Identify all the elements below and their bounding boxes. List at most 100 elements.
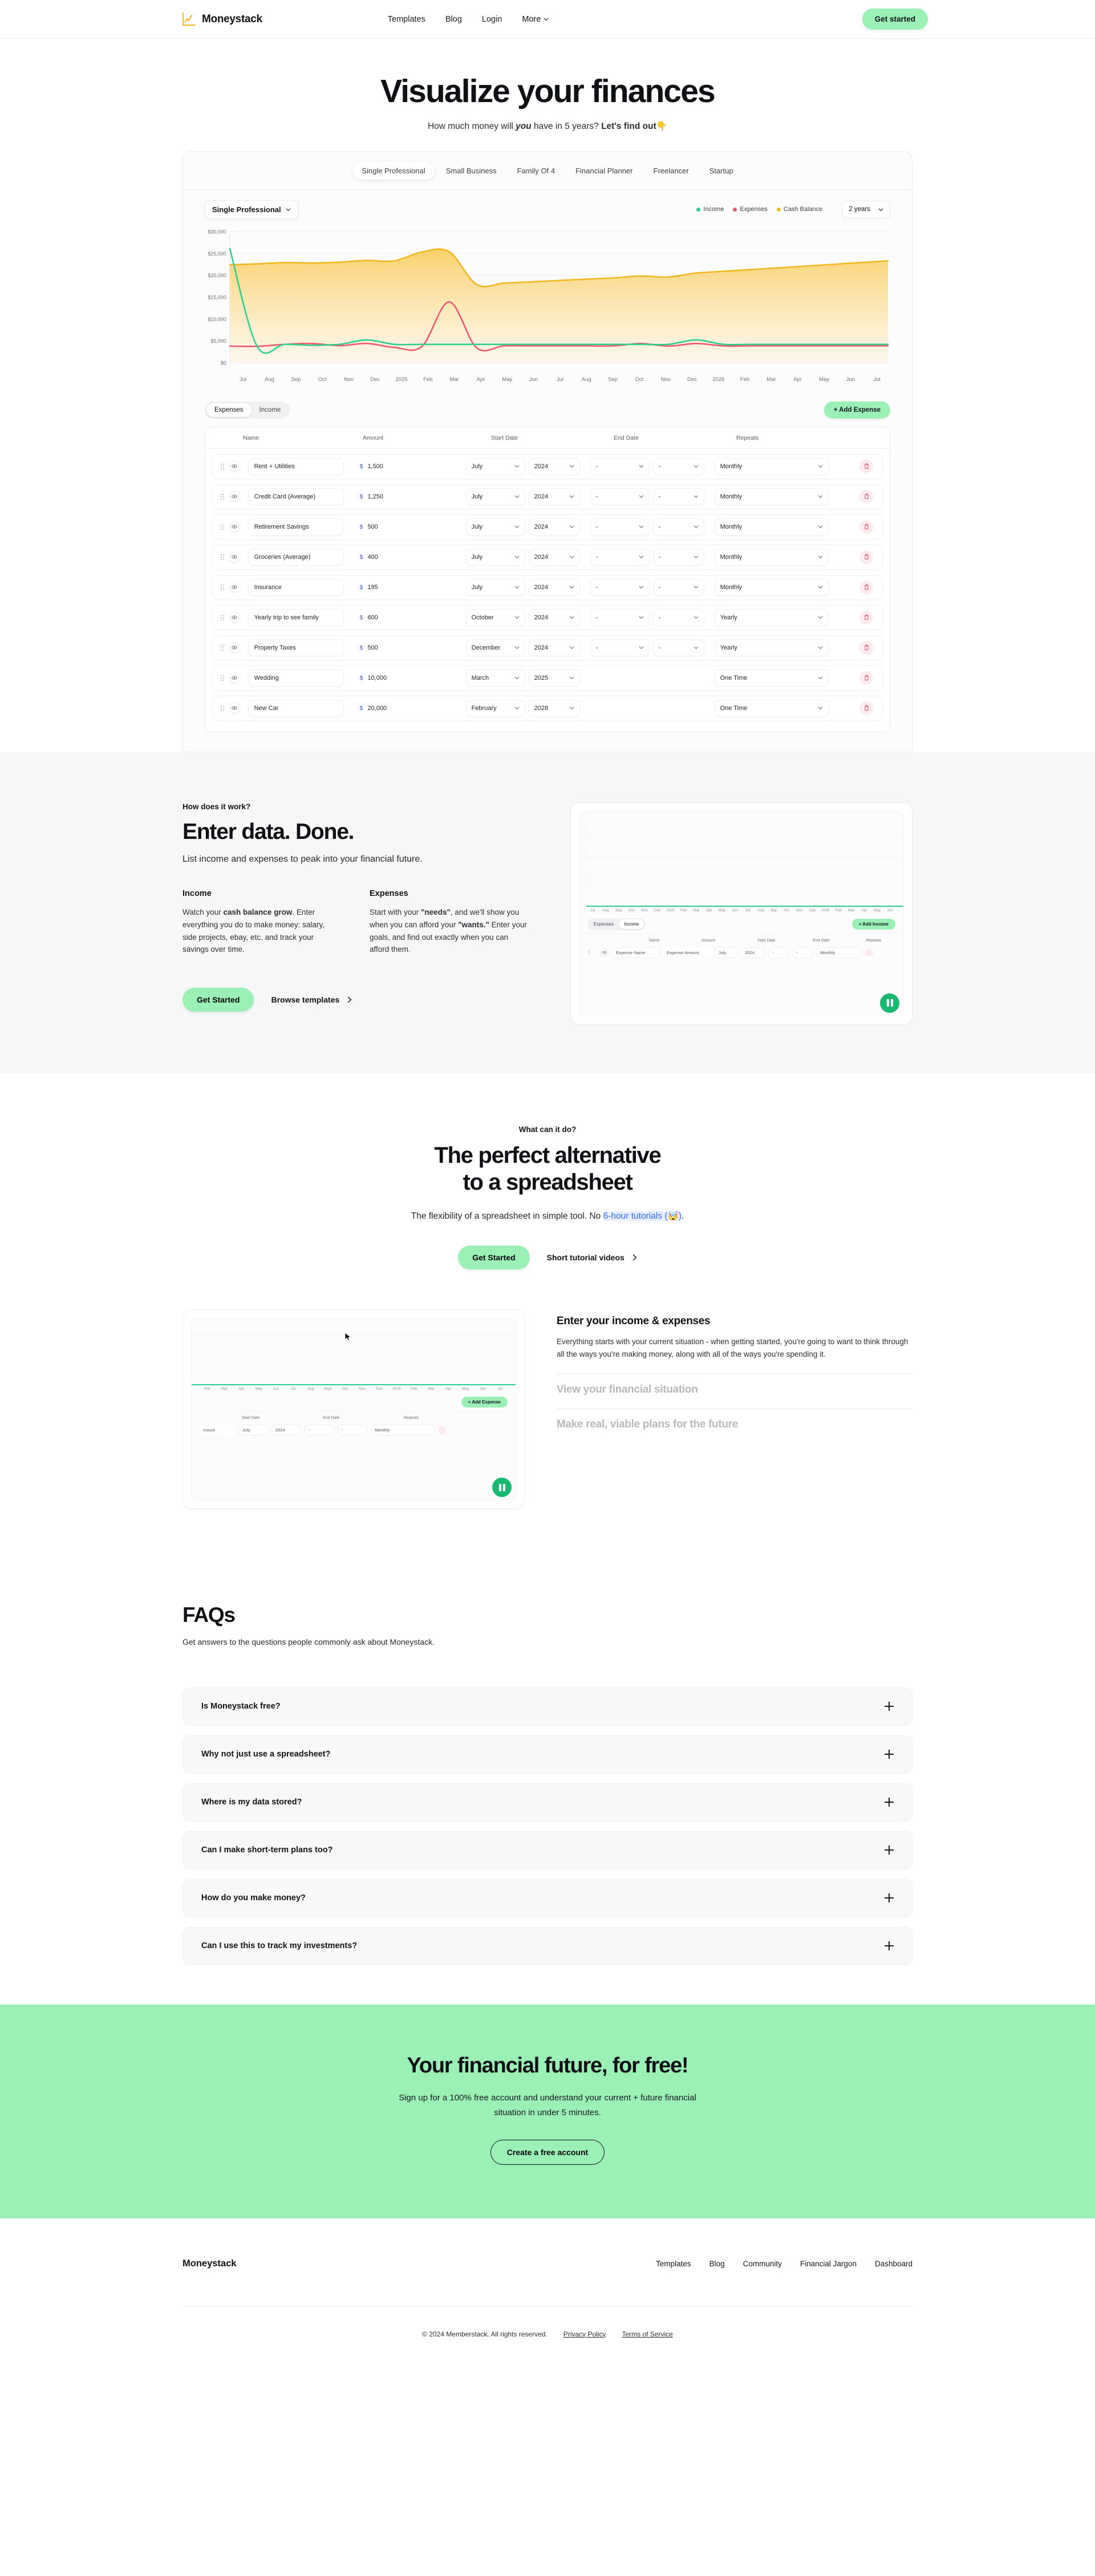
start-month-select[interactable]: July: [465, 457, 525, 475]
expense-name-input[interactable]: Retirement Savings: [248, 518, 344, 536]
accordion-item-make-plans[interactable]: Make real, viable plans for the future: [557, 1409, 912, 1443]
accordion-item-enter-income-expenses[interactable]: Enter your income & expenses Everything …: [557, 1315, 912, 1374]
expand-icon[interactable]: [885, 1750, 894, 1759]
expense-amount-input[interactable]: $1,500: [354, 457, 463, 475]
eye-icon[interactable]: [601, 948, 609, 957]
expand-icon[interactable]: [885, 1893, 894, 1903]
drag-handle-icon[interactable]: [221, 615, 224, 620]
expense-amount-input[interactable]: $20,000: [354, 699, 463, 717]
expense-amount-input[interactable]: $600: [354, 608, 463, 626]
visibility-toggle-icon[interactable]: [229, 521, 240, 533]
end-month-select[interactable]: -: [590, 488, 650, 505]
toggle-income[interactable]: Income: [252, 403, 289, 417]
expand-icon[interactable]: [885, 1845, 894, 1855]
expense-name-input[interactable]: Credit Card (Average): [248, 488, 344, 505]
visibility-toggle-icon[interactable]: [229, 582, 240, 593]
tab-small-business[interactable]: Small Business: [437, 162, 506, 180]
faq-item[interactable]: Is Moneystack free?: [182, 1687, 912, 1726]
delete-row-button[interactable]: [859, 671, 873, 685]
demo2-delete-icon[interactable]: [438, 1426, 446, 1434]
end-month-select[interactable]: -: [590, 457, 650, 475]
pause-button[interactable]: [492, 1478, 512, 1498]
demo-end-month[interactable]: -: [768, 947, 789, 958]
toggle-expenses[interactable]: Expenses: [206, 403, 252, 417]
start-year-select[interactable]: 2024: [528, 578, 580, 596]
income-demo-video[interactable]: Jul Aug Sep Oct Nov Dec 2025 Feb Mar Apr May Jun Jul…: [570, 802, 912, 1025]
end-year-select[interactable]: -: [652, 608, 704, 626]
start-month-select[interactable]: July: [465, 548, 525, 566]
expense-amount-input[interactable]: $500: [354, 639, 463, 656]
tab-financial-planner[interactable]: Financial Planner: [566, 162, 642, 180]
end-year-select[interactable]: -: [652, 639, 704, 656]
faq-item[interactable]: How do you make money?: [182, 1879, 912, 1917]
start-month-select[interactable]: March: [465, 669, 525, 687]
start-month-select[interactable]: July: [465, 488, 525, 505]
expense-demo-video[interactable]: Feb Mar Apr May Jun Jul Aug Sept Oct Nov Dec 2025 Fe…: [182, 1309, 525, 1535]
expense-amount-input[interactable]: $195: [354, 578, 463, 596]
demo2-end-month[interactable]: -: [305, 1425, 334, 1436]
drag-handle-icon[interactable]: [221, 524, 224, 530]
footer-link-blog[interactable]: Blog: [709, 2259, 725, 2268]
demo-amount-input[interactable]: Expense Amount: [663, 947, 711, 958]
visibility-toggle-icon[interactable]: [229, 612, 240, 623]
start-year-select[interactable]: 2024: [528, 639, 580, 656]
drag-handle-icon[interactable]: [221, 675, 224, 681]
nav-link-blog[interactable]: Blog: [445, 15, 462, 24]
start-year-select[interactable]: 2028: [528, 699, 580, 717]
faq-item[interactable]: Why not just use a spreadsheet?: [182, 1735, 912, 1774]
start-year-select[interactable]: 2025: [528, 669, 580, 687]
demo2-start-year[interactable]: 2024: [271, 1425, 301, 1436]
repeats-select[interactable]: Monthly: [714, 457, 829, 475]
start-year-select[interactable]: 2024: [528, 608, 580, 626]
start-month-select[interactable]: February: [465, 699, 525, 717]
demo2-start-month[interactable]: July: [238, 1425, 268, 1436]
footer-link-financial-jargon[interactable]: Financial Jargon: [800, 2259, 857, 2268]
start-year-select[interactable]: 2024: [528, 548, 580, 566]
tab-family-of-4[interactable]: Family Of 4: [508, 162, 564, 180]
demo-repeats[interactable]: Monthly: [816, 947, 862, 958]
browse-templates-link[interactable]: Browse templates: [271, 995, 352, 1004]
repeats-select[interactable]: One Time: [714, 669, 829, 687]
demo-start-month[interactable]: July: [715, 947, 737, 958]
drag-handle-icon[interactable]: [221, 464, 224, 469]
expense-name-input[interactable]: New Car: [248, 699, 344, 717]
nav-menu-more[interactable]: More: [522, 15, 549, 24]
expense-amount-input[interactable]: $1,250: [354, 488, 463, 505]
template-select[interactable]: Single Professional: [205, 200, 298, 219]
expense-amount-input[interactable]: $10,000: [354, 669, 463, 687]
delete-row-button[interactable]: [859, 701, 873, 715]
start-year-select[interactable]: 2024: [528, 518, 580, 536]
demo-toggle-expenses[interactable]: Expenses: [589, 919, 619, 929]
repeats-select[interactable]: One Time: [714, 699, 829, 717]
expand-icon[interactable]: [885, 1798, 894, 1807]
visibility-toggle-icon[interactable]: [229, 491, 240, 502]
visibility-toggle-icon[interactable]: [229, 551, 240, 563]
visibility-toggle-icon[interactable]: [229, 703, 240, 714]
end-year-select[interactable]: -: [652, 457, 704, 475]
start-month-select[interactable]: December: [465, 639, 525, 656]
drag-handle-icon[interactable]: [221, 494, 224, 500]
end-year-select[interactable]: -: [652, 578, 704, 596]
repeats-select[interactable]: Monthly: [714, 488, 829, 505]
visibility-toggle-icon[interactable]: [229, 642, 240, 654]
add-expense-button[interactable]: + Add Expense: [824, 401, 890, 419]
brand-logo[interactable]: Moneystack: [181, 12, 262, 27]
repeats-select[interactable]: Monthly: [714, 578, 829, 596]
get-started-button[interactable]: Get started: [862, 9, 928, 30]
faq-item[interactable]: Can I use this to track my investments?: [182, 1927, 912, 1965]
pause-button[interactable]: [880, 993, 899, 1013]
start-month-select[interactable]: July: [465, 578, 525, 596]
delete-row-button[interactable]: [859, 489, 873, 504]
end-month-select[interactable]: -: [590, 639, 650, 656]
visibility-toggle-icon[interactable]: [229, 672, 240, 684]
expense-name-input[interactable]: Rent + Utilities: [248, 457, 344, 475]
end-month-select[interactable]: -: [590, 548, 650, 566]
delete-row-button[interactable]: [859, 459, 873, 473]
tab-single-professional[interactable]: Single Professional: [352, 161, 435, 180]
how-get-started-button[interactable]: Get Started: [182, 988, 254, 1012]
delete-row-button[interactable]: [859, 550, 873, 564]
repeats-select[interactable]: Yearly: [714, 608, 829, 626]
privacy-policy-link[interactable]: Privacy Policy: [563, 2330, 606, 2338]
demo-end-year[interactable]: -: [792, 947, 813, 958]
expense-amount-input[interactable]: $500: [354, 518, 463, 536]
